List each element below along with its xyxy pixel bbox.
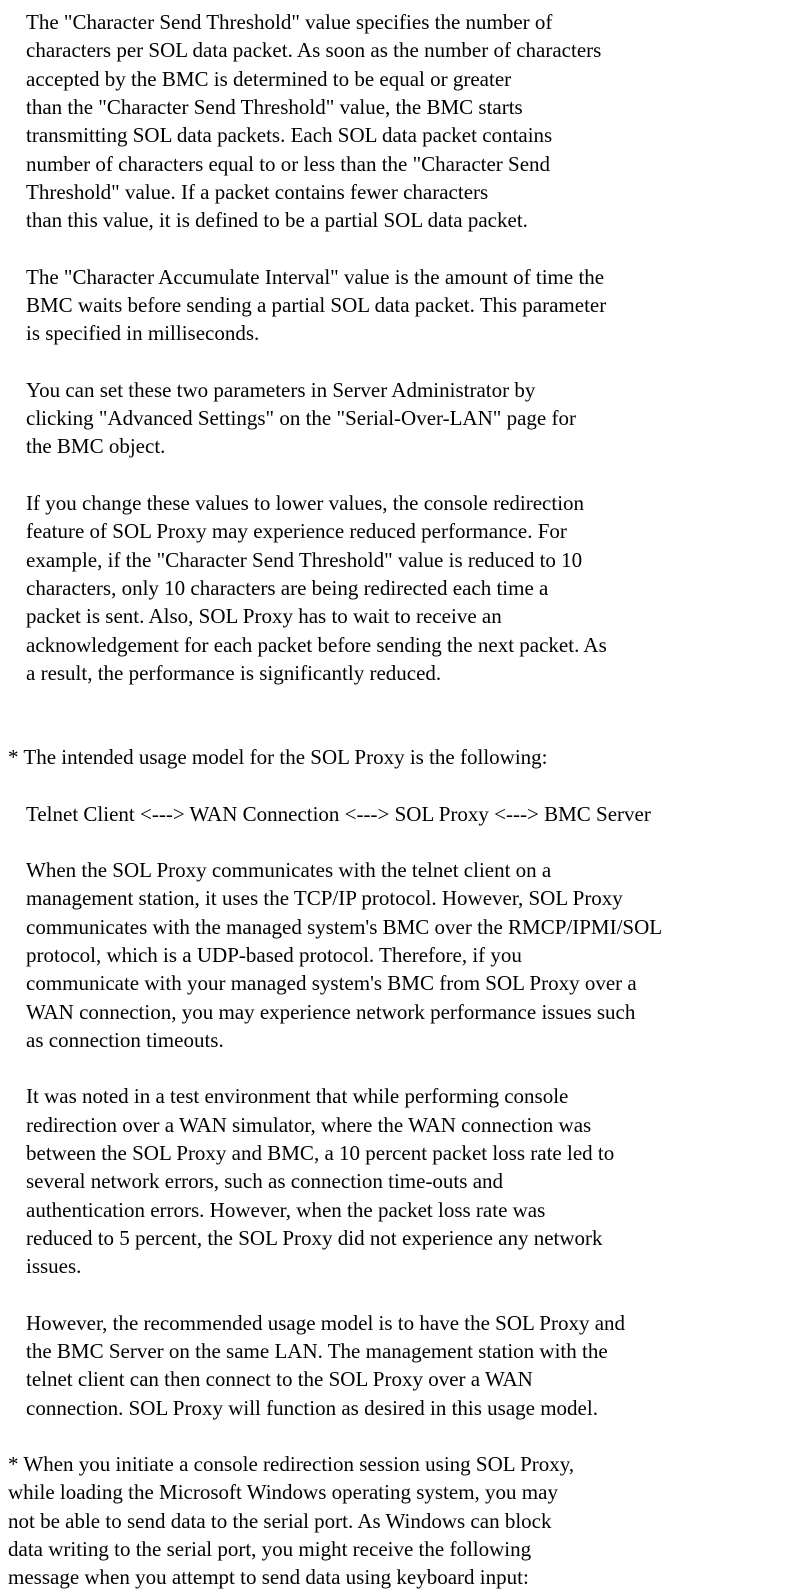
text-line: data writing to the serial port, you mig… [8, 1535, 785, 1563]
text-line: When the SOL Proxy communicates with the… [26, 856, 785, 884]
text-line: accepted by the BMC is determined to be … [26, 65, 785, 93]
text-line: If you change these values to lower valu… [26, 489, 785, 517]
text-line: characters per SOL data packet. As soon … [26, 36, 785, 64]
text-line: You can set these two parameters in Serv… [26, 376, 785, 404]
text-line: reduced to 5 percent, the SOL Proxy did … [26, 1224, 785, 1252]
text-line: not be able to send data to the serial p… [8, 1507, 785, 1535]
text-line: redirection over a WAN simulator, where … [26, 1111, 785, 1139]
paragraph-char-send-threshold: The "Character Send Threshold" value spe… [8, 8, 785, 235]
text-line: as connection timeouts. [26, 1026, 785, 1054]
text-line: between the SOL Proxy and BMC, a 10 perc… [26, 1139, 785, 1167]
bullet-console-redirection: * When you initiate a console redirectio… [8, 1450, 785, 1592]
text-line: transmitting SOL data packets. Each SOL … [26, 121, 785, 149]
text-line: Telnet Client <---> WAN Connection <--->… [26, 800, 785, 828]
text-line: protocol, which is a UDP-based protocol.… [26, 941, 785, 969]
text-line: number of characters equal to or less th… [26, 150, 785, 178]
text-line: authentication errors. However, when the… [26, 1196, 785, 1224]
paragraph-usage-diagram: Telnet Client <---> WAN Connection <--->… [8, 800, 785, 828]
text-line: issues. [26, 1252, 785, 1280]
text-line: is specified in milliseconds. [26, 319, 785, 347]
text-line: the BMC Server on the same LAN. The mana… [26, 1337, 785, 1365]
text-line: message when you attempt to send data us… [8, 1563, 785, 1591]
text-line: communicates with the managed system's B… [26, 913, 785, 941]
text-line: It was noted in a test environment that … [26, 1082, 785, 1110]
text-line: The "Character Accumulate Interval" valu… [26, 263, 785, 291]
text-line: Threshold" value. If a packet contains f… [26, 178, 785, 206]
bullet-usage-model: * The intended usage model for the SOL P… [8, 743, 785, 771]
text-line: feature of SOL Proxy may experience redu… [26, 517, 785, 545]
text-line: The "Character Send Threshold" value spe… [26, 8, 785, 36]
text-line: than this value, it is defined to be a p… [26, 206, 785, 234]
text-line: communicate with your managed system's B… [26, 969, 785, 997]
text-line: while loading the Microsoft Windows oper… [8, 1478, 785, 1506]
paragraph-sol-proxy-comm: When the SOL Proxy communicates with the… [8, 856, 785, 1054]
text-line: than the "Character Send Threshold" valu… [26, 93, 785, 121]
paragraph-recommended-usage: However, the recommended usage model is … [8, 1309, 785, 1422]
text-line: a result, the performance is significant… [26, 659, 785, 687]
text-line: the BMC object. [26, 432, 785, 460]
paragraph-lower-values: If you change these values to lower valu… [8, 489, 785, 687]
text-line: telnet client can then connect to the SO… [26, 1365, 785, 1393]
text-line: acknowledgement for each packet before s… [26, 631, 785, 659]
text-line: connection. SOL Proxy will function as d… [26, 1394, 785, 1422]
paragraph-char-accumulate-interval: The "Character Accumulate Interval" valu… [8, 263, 785, 348]
text-line: example, if the "Character Send Threshol… [26, 546, 785, 574]
text-line: WAN connection, you may experience netwo… [26, 998, 785, 1026]
paragraph-set-params: You can set these two parameters in Serv… [8, 376, 785, 461]
text-line: several network errors, such as connecti… [26, 1167, 785, 1195]
text-line: management station, it uses the TCP/IP p… [26, 884, 785, 912]
paragraph-test-env: It was noted in a test environment that … [8, 1082, 785, 1280]
text-line: * When you initiate a console redirectio… [8, 1450, 785, 1478]
text-line: characters, only 10 characters are being… [26, 574, 785, 602]
text-line: BMC waits before sending a partial SOL d… [26, 291, 785, 319]
text-line: However, the recommended usage model is … [26, 1309, 785, 1337]
text-line: * The intended usage model for the SOL P… [8, 743, 785, 771]
text-line: clicking "Advanced Settings" on the "Ser… [26, 404, 785, 432]
text-line: packet is sent. Also, SOL Proxy has to w… [26, 602, 785, 630]
